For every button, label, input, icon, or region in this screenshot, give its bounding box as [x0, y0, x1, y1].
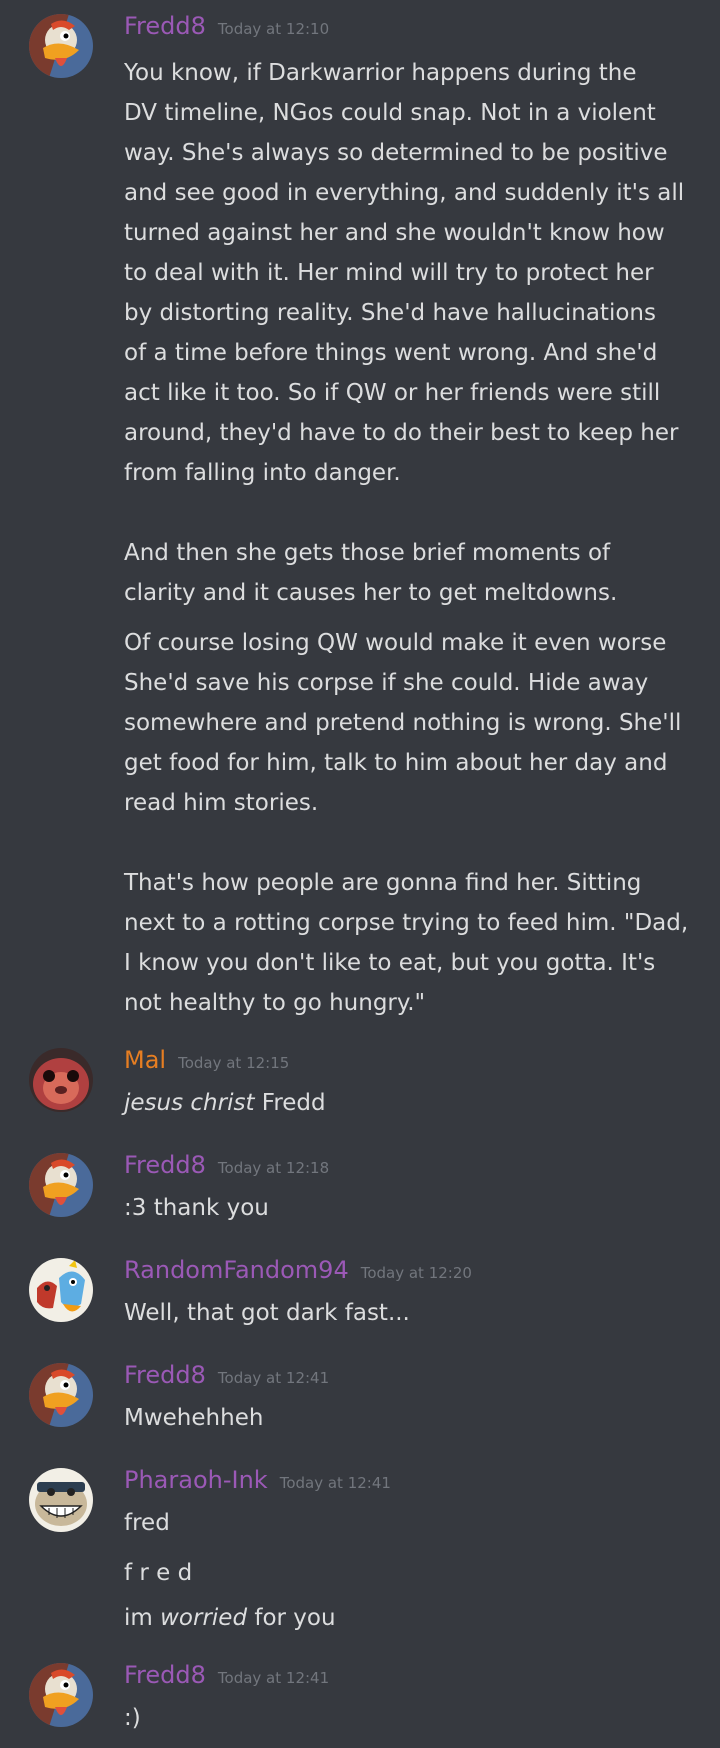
message-header: Fredd8 Today at 12:41: [124, 1357, 329, 1393]
message-header: RandomFandom94 Today at 12:20: [124, 1252, 472, 1288]
author-name[interactable]: Fredd8: [124, 1151, 206, 1179]
message-line: from falling into danger.: [124, 460, 401, 486]
message-line: That's how people are gonna find her. Si…: [124, 870, 642, 896]
author-name[interactable]: Mal: [124, 1046, 166, 1074]
message-line: act like it too. So if QW or her friends…: [124, 380, 661, 406]
message-text: Fredd: [254, 1090, 326, 1116]
grinning-character-avatar-icon[interactable]: [29, 1468, 93, 1532]
italic-text: jesus christ: [124, 1090, 255, 1116]
message-line: somewhere and pretend nothing is wrong. …: [124, 710, 682, 736]
author-name[interactable]: Fredd8: [124, 1361, 206, 1389]
message-line: next to a rotting corpse trying to feed …: [124, 910, 689, 936]
porg-avatar-icon[interactable]: [29, 1048, 93, 1112]
duck-avatar-icon[interactable]: [29, 1153, 93, 1217]
message-line: :): [124, 1705, 141, 1731]
italic-text: worried: [160, 1605, 248, 1631]
cartoon-characters-avatar-icon[interactable]: [29, 1258, 93, 1322]
message-line: turned against her and she wouldn't know…: [124, 220, 665, 246]
timestamp[interactable]: Today at 12:15: [178, 1054, 289, 1072]
message-line: I know you don't like to eat, but you go…: [124, 950, 656, 976]
author-name[interactable]: Pharaoh-Ink: [124, 1466, 268, 1494]
duck-avatar-icon[interactable]: [29, 14, 93, 78]
duck-avatar-icon[interactable]: [29, 1663, 93, 1727]
message-header: Fredd8 Today at 12:41: [124, 1657, 329, 1693]
message-line: Well, that got dark fast...: [124, 1300, 410, 1326]
message-line: by distorting reality. She'd have halluc…: [124, 300, 656, 326]
message-line: Of course losing QW would make it even w…: [124, 630, 667, 656]
message-header: Mal Today at 12:15: [124, 1042, 289, 1078]
message-line: DV timeline, NGos could snap. Not in a v…: [124, 100, 656, 126]
timestamp[interactable]: Today at 12:20: [361, 1264, 472, 1282]
message-line: Mwehehheh: [124, 1405, 264, 1431]
message-line: fred: [124, 1510, 170, 1536]
message-text: im: [124, 1605, 161, 1631]
message-text: for you: [247, 1605, 336, 1631]
message-line: get food for him, talk to him about her …: [124, 750, 668, 776]
message-line: to deal with it. Her mind will try to pr…: [124, 260, 654, 286]
author-name[interactable]: Fredd8: [124, 12, 206, 40]
message-line: :3 thank you: [124, 1195, 269, 1221]
message-line: way. She's always so determined to be po…: [124, 140, 668, 166]
message-header: Fredd8 Today at 12:18: [124, 1147, 329, 1183]
timestamp[interactable]: Today at 12:18: [218, 1159, 329, 1177]
message-line: And then she gets those brief moments of: [124, 540, 611, 566]
author-name[interactable]: RandomFandom94: [124, 1256, 349, 1284]
message-line: around, they'd have to do their best to …: [124, 420, 679, 446]
message-line: and see good in everything, and suddenly…: [124, 180, 685, 206]
message-line: of a time before things went wrong. And …: [124, 340, 658, 366]
timestamp[interactable]: Today at 12:10: [218, 20, 329, 38]
timestamp[interactable]: Today at 12:41: [280, 1474, 391, 1492]
timestamp[interactable]: Today at 12:41: [218, 1369, 329, 1387]
message-line: She'd save his corpse if she could. Hide…: [124, 670, 649, 696]
timestamp[interactable]: Today at 12:41: [218, 1669, 329, 1687]
message-line: f r e d: [124, 1560, 193, 1586]
message-line: jesus christ Fredd: [124, 1083, 694, 1123]
message-header: Pharaoh-Ink Today at 12:41: [124, 1462, 391, 1498]
message-header: Fredd8 Today at 12:10: [124, 8, 329, 44]
message-line: not healthy to go hungry.": [124, 990, 426, 1016]
author-name[interactable]: Fredd8: [124, 1661, 206, 1689]
message-line: im worried for you: [124, 1598, 694, 1638]
duck-avatar-icon[interactable]: [29, 1363, 93, 1427]
message-line: read him stories.: [124, 790, 319, 816]
message-line: You know, if Darkwarrior happens during …: [124, 60, 637, 86]
message-line: clarity and it causes her to get meltdow…: [124, 580, 618, 606]
